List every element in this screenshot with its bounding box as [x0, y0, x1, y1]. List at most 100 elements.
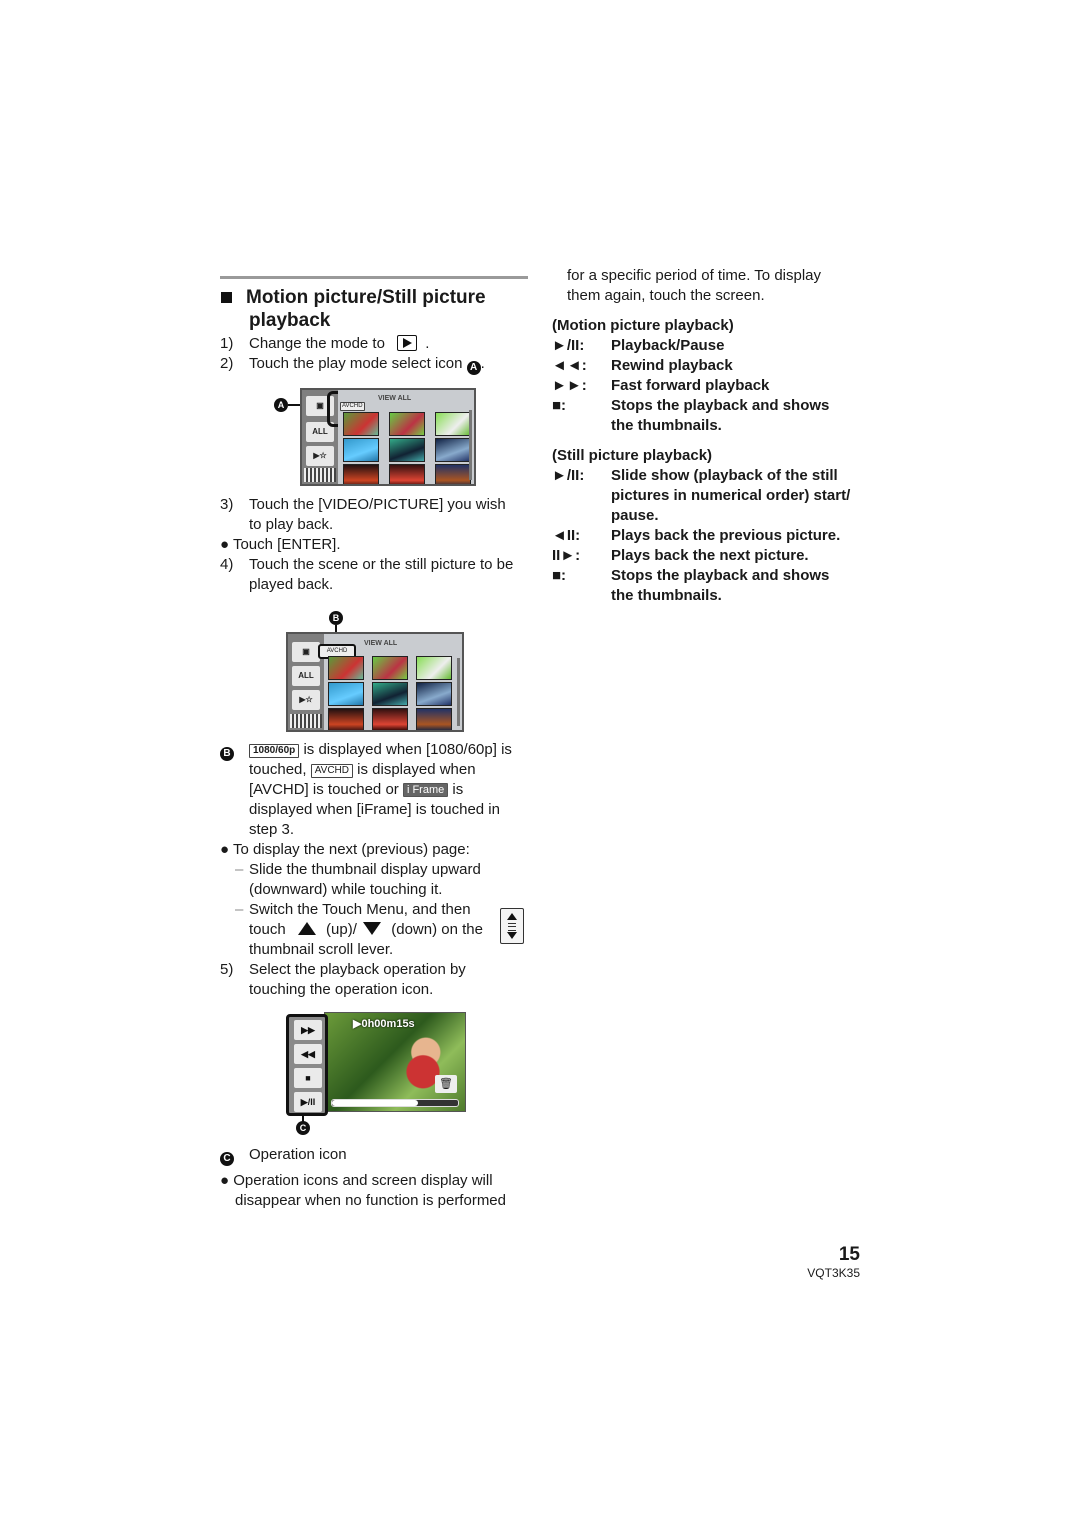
- scroll-lever-icon: [500, 908, 524, 944]
- step-5-line1: Select the playback operation by: [249, 961, 466, 978]
- step-1: 1): [220, 335, 234, 352]
- motion-desc-play-pause: Playback/Pause: [611, 337, 725, 354]
- thumbnail[interactable]: [372, 682, 408, 706]
- callout-a-icon: A: [466, 361, 481, 375]
- progress-fill: [332, 1100, 418, 1106]
- step-2-text: Touch the play mode select icon A.: [249, 355, 485, 375]
- still-sym-prev: ◄II:: [552, 527, 581, 544]
- page-number: 15: [838, 1244, 860, 1265]
- thumbnail[interactable]: [389, 464, 425, 484]
- still-desc-prev: Plays back the previous picture.: [611, 527, 841, 544]
- section-rule: [220, 276, 528, 279]
- progress-bar[interactable]: [331, 1099, 459, 1107]
- thumbnail[interactable]: [328, 708, 364, 730]
- note-b-line2: touched, AVCHD is displayed when: [249, 761, 476, 778]
- still-desc-next: Plays back the next picture.: [611, 547, 809, 564]
- note-c-bullet: ● Operation icons and screen display wil…: [220, 1172, 493, 1189]
- continued-line1: for a specific period of time. To displa…: [567, 267, 822, 284]
- thumbnail-grid: AVCHD VIEW ALL: [338, 390, 474, 484]
- screen-thumbnail-view-2: B ▣ ALL ▶☆ AVCHD VIEW ALL: [284, 610, 464, 732]
- step-3-line2: to play back.: [249, 516, 334, 533]
- stop-button[interactable]: ■: [294, 1068, 322, 1088]
- thumbnail[interactable]: [389, 412, 425, 436]
- thumbnail[interactable]: [328, 656, 364, 680]
- video-frame: ▶0h00m15s 🗑: [324, 1012, 466, 1112]
- thumbnail[interactable]: [372, 708, 408, 730]
- tag-1080-60p: 1080/60p: [249, 744, 300, 758]
- section-heading-line2: playback: [249, 310, 331, 331]
- lines-icon: [508, 923, 516, 931]
- thumbnail[interactable]: [416, 656, 452, 680]
- motion-sym-stop: ■:: [552, 397, 567, 414]
- paging-dash2-line3: thumbnail scroll lever.: [249, 941, 394, 958]
- step-2-num: 2): [220, 355, 234, 372]
- still-heading: (Still picture playback): [552, 447, 713, 464]
- scrollbar[interactable]: [457, 658, 460, 726]
- bullet-icon: ●: [220, 1172, 230, 1189]
- thumbnail[interactable]: [435, 438, 471, 462]
- down-arrow-icon: [363, 922, 382, 935]
- callout-a: A: [274, 398, 288, 412]
- screen-playback-view: ▶0h00m15s 🗑 ▶▶ ◀◀ ■ ▶/II C: [284, 1012, 466, 1138]
- timecode: ▶0h00m15s: [353, 1018, 415, 1030]
- step-5-num: 5): [220, 961, 234, 978]
- all-button[interactable]: ALL: [292, 666, 320, 686]
- dash-icon: –: [235, 861, 244, 878]
- thumbnail[interactable]: [416, 682, 452, 706]
- motion-desc-stop-2: the thumbnails.: [611, 417, 722, 434]
- scrollbar[interactable]: [469, 410, 472, 480]
- camera-screen: ▣ ALL ▶☆ AVCHD VIEW ALL: [286, 632, 464, 732]
- delete-button[interactable]: 🗑: [435, 1075, 457, 1093]
- view-all-label: VIEW ALL: [378, 395, 412, 402]
- thumbnail[interactable]: [416, 708, 452, 730]
- still-desc-slideshow-2: pictures in numerical order) start/: [611, 487, 851, 504]
- callout-c: C: [296, 1121, 310, 1135]
- motion-desc-stop: Stops the playback and shows: [611, 397, 830, 414]
- dash-icon: –: [235, 901, 244, 918]
- rewind-button[interactable]: ◀◀: [294, 1044, 322, 1064]
- thumbnail[interactable]: [389, 438, 425, 462]
- play-mode-select-button[interactable]: ▣: [292, 642, 320, 662]
- page-scroll-arrows[interactable]: [304, 468, 336, 482]
- thumbnail[interactable]: [435, 412, 471, 436]
- note-c-bullet-line2: disappear when no function is performed: [235, 1192, 506, 1209]
- camera-screen: ▣ ALL ▶☆ AVCHD VIEW ALL: [300, 388, 476, 486]
- still-desc-slideshow: Slide show (playback of the still: [611, 467, 838, 484]
- callout-b-icon: B: [220, 747, 234, 761]
- motion-desc-rewind: Rewind playback: [611, 357, 733, 374]
- thumbnail[interactable]: [343, 438, 379, 462]
- thumbnail-grid: AVCHD VIEW ALL: [318, 634, 462, 730]
- still-sym-stop: ■:: [552, 567, 567, 584]
- fast-forward-button[interactable]: ▶▶: [294, 1020, 322, 1040]
- note-b-callout: B: [220, 740, 234, 761]
- note-b-line3: [AVCHD] is touched or i Frame is: [249, 781, 464, 798]
- callout-b: B: [329, 611, 343, 625]
- slideshow-button[interactable]: ▶☆: [306, 446, 334, 466]
- motion-desc-ff: Fast forward playback: [611, 377, 770, 394]
- thumbnail[interactable]: [343, 464, 379, 484]
- square-bullet-icon: [221, 292, 232, 303]
- paging-dash1-line1: Slide the thumbnail display upward: [249, 861, 481, 878]
- motion-sym-ff: ►►:: [552, 377, 587, 394]
- still-desc-stop: Stops the playback and shows: [611, 567, 830, 584]
- bullet-icon: ●: [220, 536, 230, 553]
- continued-line2: them again, touch the screen.: [567, 287, 765, 304]
- paging-dash1-line2: (downward) while touching it.: [249, 881, 443, 898]
- still-sym-next: II►:: [552, 547, 581, 564]
- bullet-enter: ● Touch [ENTER].: [220, 536, 341, 553]
- step-4-num: 4): [220, 556, 234, 573]
- still-desc-stop-2: the thumbnails.: [611, 587, 722, 604]
- callout-c-icon: C: [220, 1152, 234, 1166]
- thumbnail[interactable]: [435, 464, 471, 484]
- thumbnail[interactable]: [372, 656, 408, 680]
- paging-dash2-line1: Switch the Touch Menu, and then: [249, 901, 471, 918]
- step-1-text: Change the mode to .: [249, 335, 430, 352]
- page-scroll-arrows[interactable]: [290, 714, 322, 728]
- thumbnail[interactable]: [328, 682, 364, 706]
- paging-dash2-line2: touch (up)/ (down) on the: [249, 921, 483, 938]
- thumbnail[interactable]: [343, 412, 379, 436]
- play-pause-button[interactable]: ▶/II: [294, 1092, 322, 1112]
- slideshow-button[interactable]: ▶☆: [292, 690, 320, 710]
- down-arrow-icon: [507, 932, 517, 939]
- still-sym-slideshow: ►/II:: [552, 467, 585, 484]
